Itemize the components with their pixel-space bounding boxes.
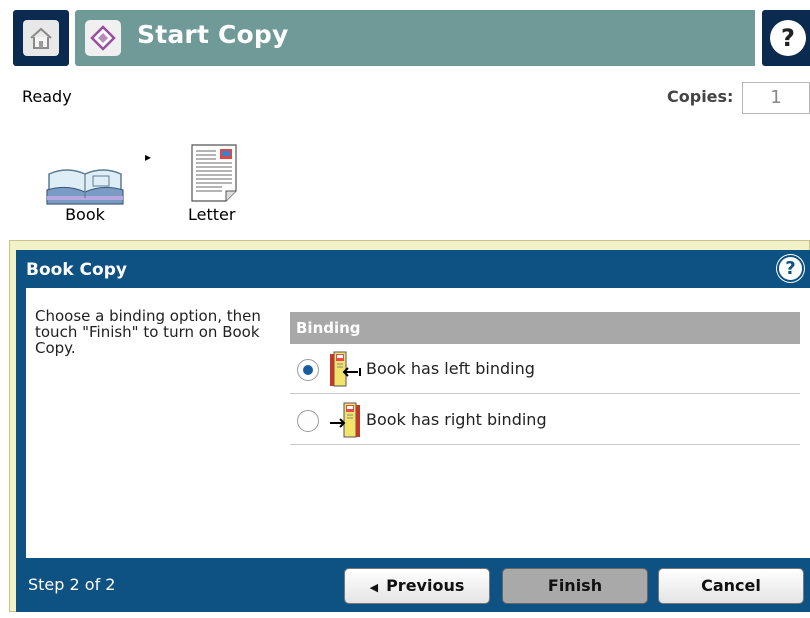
copies-label: Copies: [667,87,734,106]
home-icon [23,20,59,56]
arrow-right-icon: ▸ [145,150,152,164]
previous-button[interactable]: ◀ Previous [344,568,490,604]
cancel-button[interactable]: Cancel [658,568,804,604]
dialog-title: Book Copy [26,260,127,280]
start-diamond-icon[interactable] [85,20,121,56]
book-icon [45,160,125,206]
previous-label: Previous [386,576,465,595]
letter-page-icon [190,143,238,203]
right-binding-icon [328,401,362,441]
finish-button[interactable]: Finish [502,568,648,604]
instructions-text: Choose a binding option, then touch "Fin… [35,307,261,357]
right-binding-option[interactable]: Book has right binding [290,395,800,445]
left-binding-option[interactable]: Book has left binding [290,344,800,394]
right-binding-radio[interactable] [297,410,319,432]
header: Start Copy ? [0,0,810,70]
previous-arrow-icon: ◀ [369,581,379,594]
left-binding-icon [328,350,362,390]
left-binding-label: Book has left binding [366,359,535,378]
letter-label: Letter [188,205,236,224]
copies-input[interactable]: 1 [742,82,810,114]
page-title: Start Copy [137,20,289,49]
help-button[interactable]: ? [762,10,810,66]
title-bar: Start Copy [75,10,755,66]
book-label: Book [65,205,105,224]
binding-header: Binding [290,312,800,344]
right-binding-label: Book has right binding [366,410,547,429]
book-copy-dialog: Book Copy ? Choose a binding option, the… [16,250,810,612]
home-button[interactable] [13,10,69,66]
dialog-help-icon[interactable]: ? [777,255,804,282]
help-icon: ? [770,20,806,56]
dialog-body: Choose a binding option, then touch "Fin… [26,288,810,558]
status-text: Ready [22,87,72,106]
step-indicator: Step 2 of 2 [28,575,116,594]
left-binding-radio[interactable] [297,359,319,381]
